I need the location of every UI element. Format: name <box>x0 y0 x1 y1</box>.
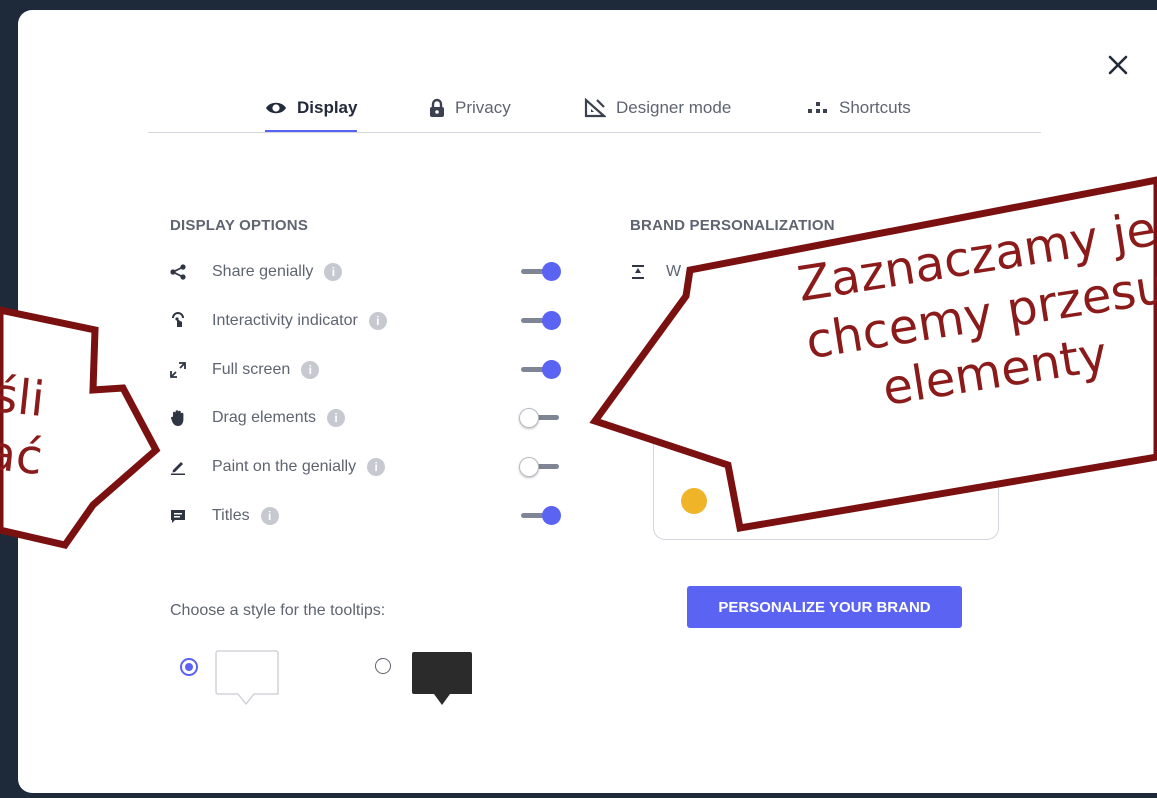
callout-line: śli <box>0 366 48 429</box>
left-callout-text: śli ać <box>0 366 86 491</box>
callout-line: ać <box>0 424 46 487</box>
